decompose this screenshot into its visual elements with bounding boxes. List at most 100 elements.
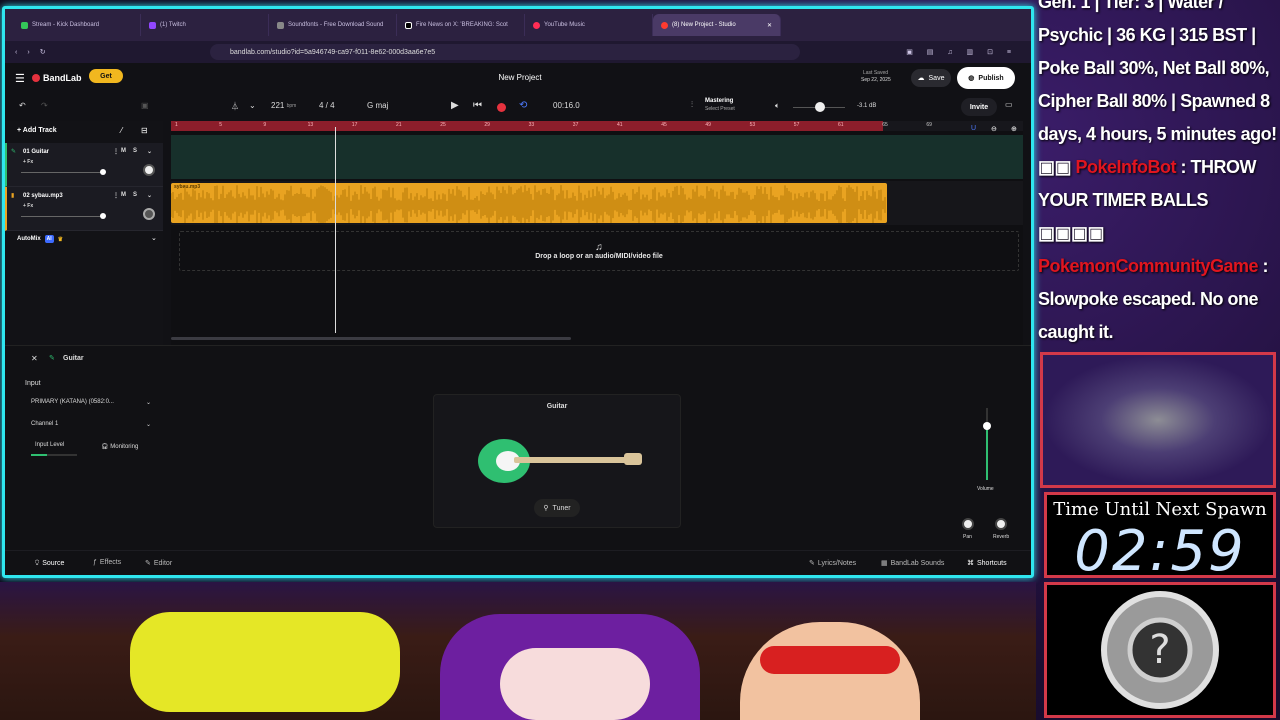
input-level-meter	[31, 454, 77, 456]
redo-icon[interactable]: ↷	[41, 101, 48, 110]
browser-extension-icons[interactable]: ▣ ▤ ♫ ▥ ⊡ ≡	[906, 48, 1017, 56]
bpm-field[interactable]: 221 bpm	[271, 101, 296, 110]
mastering-preset[interactable]: Select Preset	[705, 106, 735, 112]
ruler-tick: 5	[219, 122, 222, 128]
mixer-icon[interactable]: ▣	[141, 101, 149, 110]
solo-button[interactable]: S	[133, 148, 137, 154]
save-button[interactable]: ☁ Save	[911, 69, 951, 87]
add-fx-button[interactable]: + Fx	[23, 203, 33, 209]
track-name[interactable]: 01 Guitar	[23, 149, 49, 155]
browser-tab-bandlab[interactable]: (8) New Project - Studio ✕	[653, 14, 781, 36]
reverb-knob[interactable]	[995, 518, 1007, 530]
lyrics-notes-button[interactable]: ✎ Lyrics/Notes	[809, 559, 856, 568]
more-icon[interactable]: ⋮	[113, 192, 119, 199]
invite-button[interactable]: Invite	[961, 98, 997, 116]
ruler-tick: 65	[882, 122, 888, 128]
menu-icon[interactable]: ☰	[15, 72, 25, 85]
volume-fader[interactable]	[986, 408, 988, 480]
bandlab-sounds-button[interactable]: ▦ BandLab Sounds	[881, 559, 944, 568]
loop-icon[interactable]: ⟲	[519, 100, 527, 111]
track-row-sybau[interactable]: ▮ 02 sybau.mp3 + Fx ⋮ M S ⌄	[5, 187, 163, 231]
mastering-icon[interactable]: ⫶	[691, 100, 693, 110]
volume-level	[986, 426, 988, 480]
chevron-down-icon[interactable]: ⌄	[249, 101, 256, 110]
brand-name: BandLab	[43, 73, 82, 83]
mute-button[interactable]: M	[121, 148, 126, 154]
address-bar[interactable]: bandlab.com/studio?id=5a946749-ca97-f011…	[210, 44, 800, 60]
expand-icon[interactable]: ⌄	[147, 148, 152, 155]
browser-tab-x[interactable]: Fire News on X: 'BREAKING: Scot	[397, 14, 525, 36]
ruler[interactable]: 1 5 9 13 17 21 25 29 33 37 41 45 49 53 57 61 65 69	[171, 121, 1023, 131]
slider-knob[interactable]	[100, 169, 106, 175]
editor-tab[interactable]: ✎ Editor	[145, 559, 172, 568]
mute-button[interactable]: M	[121, 192, 126, 198]
track-name[interactable]: 02 sybau.mp3	[23, 193, 63, 199]
wand-icon[interactable]: ⁄	[121, 126, 122, 135]
key-selector[interactable]: G maj	[367, 101, 388, 110]
timeline[interactable]: 1 5 9 13 17 21 25 29 33 37 41 45 49 53 57 61 65 69 U ⊖ ⊕ …	[171, 121, 1023, 345]
reload-icon[interactable]: ↻	[40, 48, 46, 56]
browser-toolbar: ‹ › ↻ bandlab.com/studio?id=5a946749-ca9…	[5, 41, 1031, 63]
zoom-out-icon[interactable]: ⊖	[991, 125, 997, 133]
close-tab-icon[interactable]: ✕	[767, 22, 772, 29]
play-button[interactable]: ▶	[451, 100, 459, 111]
project-title[interactable]: New Project	[475, 73, 565, 82]
track-settings-icon[interactable]: ⊟	[141, 126, 148, 135]
x-icon	[405, 21, 412, 29]
master-volume-knob[interactable]	[815, 102, 825, 112]
browser-tab-youtube-music[interactable]: YouTube Music	[525, 14, 653, 36]
more-icon[interactable]: ⋮	[113, 148, 119, 155]
effects-tab[interactable]: ƒ Effects	[93, 559, 121, 566]
source-tab[interactable]: ⍜ Source	[35, 559, 64, 567]
pan-knob[interactable]	[962, 518, 974, 530]
back-icon[interactable]: ‹	[15, 49, 17, 56]
add-track-button[interactable]: + Add Track	[17, 127, 57, 134]
drop-zone[interactable]: ♫ Drop a loop or an audio/MIDI/video fil…	[179, 231, 1019, 271]
track-row-guitar[interactable]: ✎ 01 Guitar + Fx ⋮ M S ⌄	[5, 143, 163, 187]
publish-button[interactable]: ◍ Publish	[957, 67, 1015, 89]
track-volume-slider[interactable]	[21, 213, 106, 219]
playhead[interactable]	[335, 127, 336, 333]
monitoring-button[interactable]: 🎧︎ Monitoring	[101, 443, 138, 450]
mastering-label[interactable]: Mastering	[705, 98, 733, 104]
youtube-music-icon	[533, 21, 540, 29]
pan-knob[interactable]	[143, 164, 155, 176]
slider-knob[interactable]	[100, 213, 106, 219]
close-panel-icon[interactable]: ✕	[31, 354, 38, 363]
loop-region[interactable]	[171, 121, 883, 131]
metronome-icon[interactable]: ⏃	[231, 101, 239, 112]
guitar-lane[interactable]	[171, 135, 1023, 179]
volume-fader-knob[interactable]	[983, 422, 991, 430]
horizontal-scrollbar[interactable]	[171, 337, 571, 340]
skip-back-button[interactable]: ⏮	[473, 100, 482, 111]
input-device-select[interactable]: PRIMARY (KATANA) (0582:0... ⌄	[27, 394, 157, 410]
reverb-label: Reverb	[993, 534, 1010, 540]
browser-tab-twitch[interactable]: (1) Twitch	[141, 14, 269, 36]
automix-expand-icon[interactable]: ⌄	[151, 234, 157, 242]
ruler-tick: 53	[749, 122, 756, 128]
add-fx-button[interactable]: + Fx	[23, 159, 33, 165]
expand-icon[interactable]: ⌄	[147, 192, 152, 199]
magnet-icon[interactable]: U	[971, 125, 976, 132]
get-button[interactable]: Get	[89, 69, 123, 83]
forward-icon[interactable]: ›	[27, 49, 29, 56]
pan-knob[interactable]	[143, 208, 155, 220]
notification-icon[interactable]: ▭	[1005, 100, 1013, 109]
tuner-button[interactable]: ⚲ Tuner	[534, 499, 580, 517]
speaker-icon[interactable]: 🔈︎	[775, 101, 780, 111]
audio-lane[interactable]: sybau.mp3	[171, 181, 1023, 225]
audio-clip[interactable]: sybau.mp3	[171, 183, 887, 223]
shortcuts-button[interactable]: ⌘ Shortcuts	[967, 559, 1007, 568]
browser-tab-soundfonts[interactable]: Soundfonts - Free Download Sound	[269, 14, 397, 36]
ruler-tick: 13	[307, 122, 314, 128]
channel-select[interactable]: Channel 1 ⌄	[27, 416, 157, 432]
zoom-in-icon[interactable]: ⊕	[1011, 125, 1017, 133]
time-signature[interactable]: 4 / 4	[319, 101, 335, 110]
solo-button[interactable]: S	[133, 192, 137, 198]
record-button[interactable]	[497, 103, 506, 112]
track-volume-slider[interactable]	[21, 169, 106, 175]
input-level-label: Input Level	[35, 442, 65, 448]
undo-icon[interactable]: ↶	[19, 101, 26, 110]
automix-row[interactable]: AutoMix AI ♛	[17, 235, 63, 243]
browser-tab-kick[interactable]: Stream - Kick Dashboard	[13, 14, 141, 36]
